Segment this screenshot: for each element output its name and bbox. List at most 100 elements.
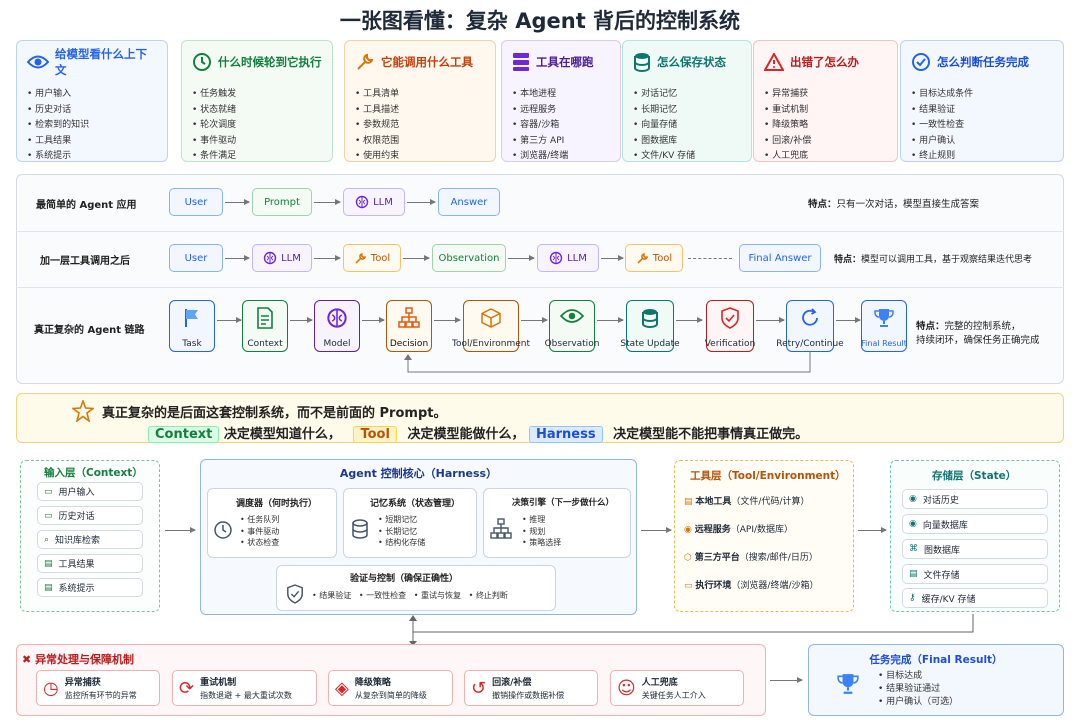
arrow: [756, 317, 785, 323]
card-timing: 什么时候轮到它执行 任务触发状态就绪轮次调度事件驱动条件满足: [181, 40, 333, 162]
exception-item-desc: 撤销操作或数据补偿: [492, 691, 565, 700]
list-item: 结果验证: [911, 103, 1053, 119]
node-label: Final Result: [861, 339, 907, 348]
list-item: 任务触发: [192, 87, 322, 103]
exception-item: ☺ 人工兜底 关键任务人工介入: [610, 670, 744, 706]
card-context: 给模型看什么上下文 用户输入历史对话检索到的知识工具结果系统提示: [16, 40, 168, 162]
list-item: 结构化存储: [378, 537, 425, 549]
tool-item: ⬡ 第三方平台（搜索/邮件/日历）: [684, 550, 818, 563]
card-title: 它能调用什么工具: [381, 55, 473, 69]
flow-node-observation: Observation: [432, 244, 506, 272]
flow-node-llm: LLM: [343, 188, 405, 216]
key-icon: ⚷: [909, 593, 916, 603]
tool-item-desc: （搜索/邮件/日历）: [739, 553, 818, 563]
card-errors: 出错了怎么办 异常捕获重试机制降级策略回滚/补偿人工兜底: [753, 40, 898, 162]
arrow: [225, 199, 250, 205]
storage-item-label: 向量数据库: [922, 520, 968, 531]
divider: [16, 231, 1064, 232]
input-item: ▤ 系统提示: [37, 578, 143, 597]
list-item: 状态就绪: [192, 103, 322, 119]
memory-list: 短期记忆长期记忆结构化存储: [378, 514, 425, 549]
decision-title: 决策引擎（下一步做什么）: [512, 498, 615, 508]
list-item: 轮次调度: [192, 118, 322, 134]
harness-tag: Harness: [528, 426, 603, 443]
list-item: 终止判断: [475, 591, 508, 600]
list-item: 使用约束: [355, 149, 485, 165]
arrow: [217, 317, 242, 323]
list-item: 工具清单: [355, 87, 485, 103]
tool-item: ▤ 本地工具（文件/代码/计算）: [684, 494, 809, 507]
flow-node-user: User: [169, 188, 223, 216]
brain-icon: [327, 308, 347, 328]
node-label: Model: [323, 339, 351, 349]
document-icon: ▤: [684, 497, 693, 507]
input-item: ▭ 历史对话: [37, 506, 143, 525]
note-text: 模型可以调用工具，基于观察结果迭代思考: [861, 255, 1033, 265]
list-item: 用户确认: [911, 134, 1053, 150]
exception-item-name: 人工兜底: [641, 678, 678, 688]
input-item-label: 知识库检索: [55, 536, 101, 546]
hierarchy-icon: [398, 307, 420, 328]
exception-item: ◷ 异常捕获 监控所有环节的异常: [36, 670, 160, 706]
row-note: 特点：只有一次对话，模型直接生成答案: [808, 196, 979, 210]
rollback-icon: ↺: [471, 677, 487, 699]
arrow: [836, 317, 861, 323]
decision-list: 推理规划策略选择: [522, 514, 561, 549]
note-label: 特点：: [834, 255, 862, 265]
exception-item-name: 回滚/补偿: [492, 678, 532, 688]
arrow: [521, 317, 548, 323]
tool-item-name: 本地工具: [695, 497, 732, 507]
tool-tag: Tool: [353, 426, 397, 443]
exception-item: ◈ 降级策略 从复杂到简单的降级: [328, 670, 453, 706]
tool-item-desc: （API/数据库）: [730, 525, 794, 535]
node-label: Tool: [370, 252, 391, 264]
arrow: [165, 527, 196, 533]
input-item: ▤ 工具结果: [37, 554, 143, 573]
node-label: Verification: [704, 339, 756, 349]
person-icon: ☺: [617, 677, 636, 699]
tool-item: ◉ 远程服务（API/数据库）: [684, 522, 793, 535]
banner-text: 决定模型能做什么，: [407, 427, 525, 442]
arrow: [362, 317, 385, 323]
arrow: [290, 317, 313, 323]
exception-item-name: 重试机制: [200, 678, 237, 688]
storage-item-label: 文件存储: [923, 570, 960, 581]
input-item: ⌕ 知识库检索: [37, 530, 143, 549]
arrow: [676, 317, 703, 323]
page-title: 一张图看懂：复杂 Agent 背后的控制系统: [339, 9, 741, 33]
storage-item: ◉ 向量数据库: [902, 514, 1048, 534]
verify-list: • 结果验证 • 一致性检查 • 重试与恢复 • 终止判断: [312, 591, 508, 600]
list-item: 回滚/补偿: [764, 134, 887, 150]
list-item: 结果验证通过: [878, 683, 958, 696]
list-item: 重试与恢复: [421, 591, 462, 600]
banner-headline: 真正复杂的是后面这套控制系统，而不是前面的 Prompt。: [102, 406, 447, 421]
shield-check-icon: [721, 307, 739, 329]
graph-icon: ⌘: [909, 544, 918, 554]
scheduler-list: 任务队列事件驱动状态检查: [240, 514, 279, 549]
wrench-icon: [355, 252, 366, 264]
note-text: 只有一次对话，模型直接生成答案: [836, 199, 980, 210]
banner-text: 决定模型知道什么，: [223, 427, 341, 442]
verify-title: 验证与控制（确保正确性）: [350, 574, 459, 584]
list-item: 终止规则: [911, 149, 1053, 165]
chat-icon: ▭: [44, 510, 53, 521]
flag-icon: [185, 309, 198, 327]
tool-item-desc: （浏览器/终端/沙箱）: [731, 581, 819, 591]
list-item: 第三方 API: [512, 134, 610, 150]
card-runtime: 工具在哪跑 本地进程远程服务容器/沙箱第三方 API浏览器/终端: [501, 40, 621, 162]
warning-icon: [764, 53, 784, 71]
cube-icon: ⬡: [684, 553, 692, 563]
note-text: 完整的控制系统，: [944, 321, 1021, 332]
trophy-icon: [837, 674, 859, 694]
list-item: 策略选择: [522, 537, 561, 549]
arrow: [403, 255, 430, 261]
shield-check-icon: [287, 584, 303, 604]
list-item: 工具结果: [27, 134, 157, 150]
flow-node-tool: Tool: [625, 244, 683, 272]
card-title: 工具在哪跑: [536, 55, 594, 69]
tool-item: ▭ 执行环境（浏览器/终端/沙箱）: [684, 578, 818, 591]
final-title: 任务完成（Final Result）: [869, 654, 1003, 666]
eye-icon: [27, 55, 49, 69]
clock-icon: ◷: [43, 677, 59, 699]
list-item: 对话记忆: [633, 87, 741, 103]
